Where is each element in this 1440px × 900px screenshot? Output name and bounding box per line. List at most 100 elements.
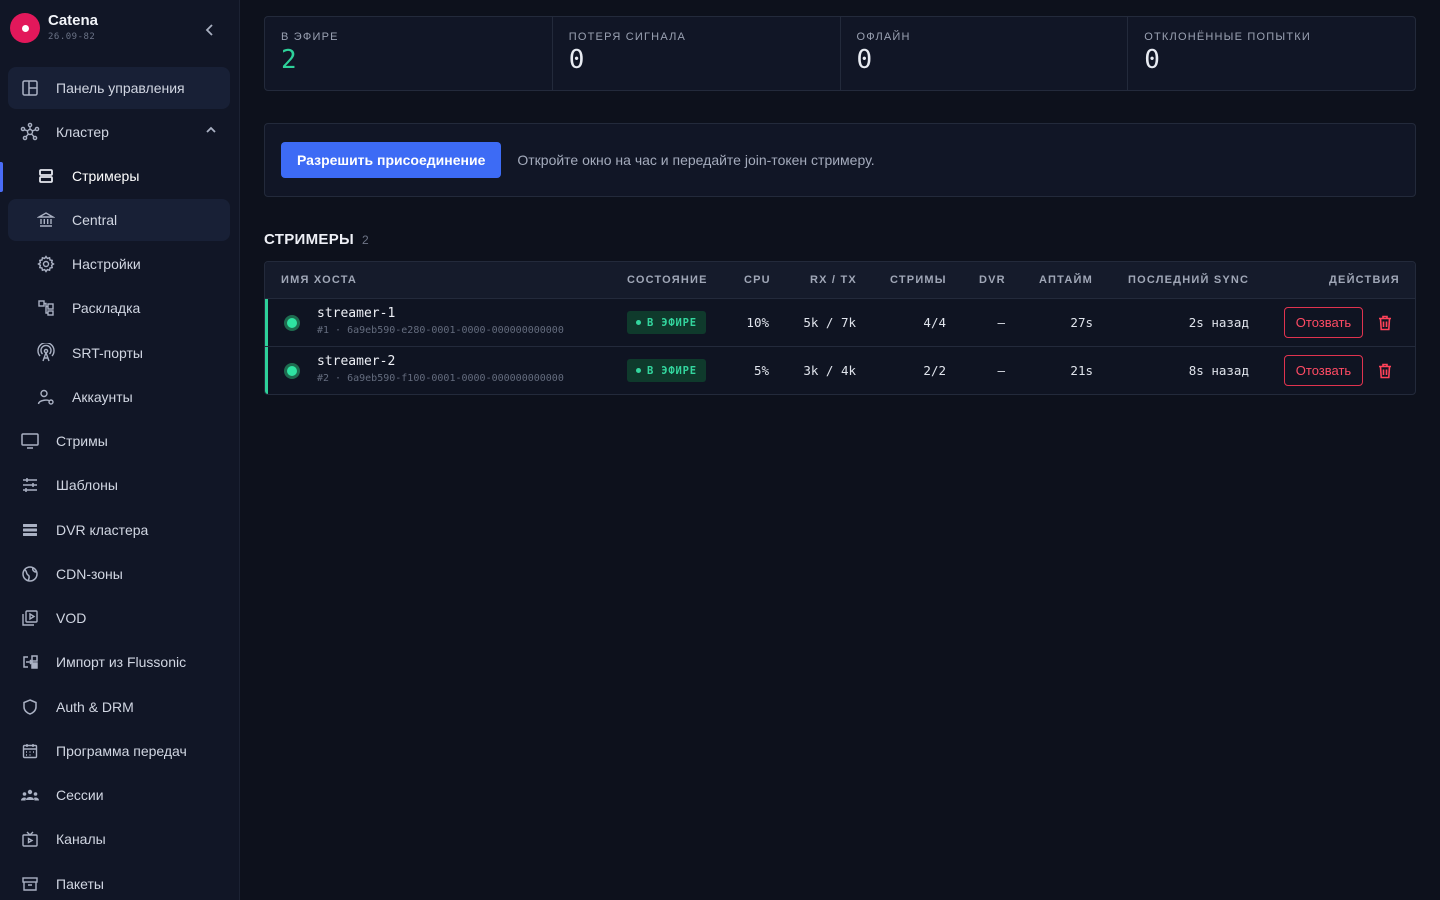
trash-icon[interactable] bbox=[1375, 361, 1395, 381]
sidebar-item-label: Стримеры bbox=[72, 168, 140, 184]
column-header-dvr[interactable]: DVR bbox=[979, 274, 1006, 286]
sidebar-item-epg[interactable]: Программа передач bbox=[8, 730, 230, 772]
server-icon bbox=[36, 166, 56, 186]
column-header-streams[interactable]: СТРИМЫ bbox=[890, 274, 947, 286]
column-header-state[interactable]: СОСТОЯНИЕ bbox=[627, 274, 708, 286]
revoke-button[interactable]: Отозвать bbox=[1284, 307, 1363, 338]
row-status-accent bbox=[265, 299, 268, 346]
sidebar-item-cdn-zones[interactable]: CDN-зоны bbox=[8, 553, 230, 595]
logo-icon bbox=[10, 13, 40, 43]
sidebar-item-streams[interactable]: Стримы bbox=[8, 420, 230, 462]
app-version: 26.09-82 bbox=[48, 32, 96, 42]
sidebar-item-label: Настройки bbox=[72, 256, 141, 272]
page-title: СТРИМЕРЫ bbox=[264, 231, 354, 248]
sidebar-item-vod[interactable]: VOD bbox=[8, 597, 230, 639]
column-header-actions: ДЕЙСТВИЯ bbox=[1329, 274, 1400, 286]
chevron-left-icon bbox=[205, 24, 213, 36]
app-name: Catena bbox=[48, 12, 99, 29]
sidebar-item-auth-drm[interactable]: Auth & DRM bbox=[8, 686, 230, 728]
calendar-icon bbox=[20, 741, 40, 761]
stat-value: 0 bbox=[856, 45, 873, 75]
uptime-value: 27s bbox=[1070, 315, 1093, 330]
join-hint: Откройте окно на час и передайте join-то… bbox=[517, 152, 875, 168]
stats-panel: В ЭФИРЕ 2 ПОТЕРЯ СИГНАЛА 0 ОФЛАЙН 0 ОТКЛ… bbox=[264, 16, 1416, 91]
status-badge: В ЭФИРЕ bbox=[627, 359, 706, 382]
rxtx-value: 5k / 7k bbox=[803, 315, 856, 330]
storage-icon bbox=[20, 520, 40, 540]
streamers-table: ИМЯ ХОСТА СОСТОЯНИЕ CPU RX / TX СТРИМЫ D… bbox=[264, 261, 1416, 395]
tv-icon bbox=[20, 829, 40, 849]
host-id: #1 · 6a9eb590-e280-0001-0000-00000000000… bbox=[317, 325, 564, 336]
sidebar-item-srt-ports[interactable]: SRT-порты bbox=[8, 332, 230, 374]
archive-icon bbox=[20, 874, 40, 894]
sidebar-item-sessions[interactable]: Сессии bbox=[8, 774, 230, 816]
stat-offline: ОФЛАЙН 0 bbox=[841, 17, 1129, 90]
sidebar-item-accounts[interactable]: Аккаунты bbox=[8, 376, 230, 418]
column-header-last-sync[interactable]: ПОСЛЕДНИЙ SYNC bbox=[1128, 274, 1249, 286]
sidebar-item-central[interactable]: Central bbox=[8, 199, 230, 241]
sidebar-item-label: VOD bbox=[56, 610, 87, 626]
sidebar-item-label: Пакеты bbox=[56, 876, 104, 892]
stat-label: ПОТЕРЯ СИГНАЛА bbox=[568, 31, 687, 43]
revoke-button[interactable]: Отозвать bbox=[1284, 355, 1363, 386]
sidebar-item-channels[interactable]: Каналы bbox=[8, 818, 230, 860]
column-header-rxtx[interactable]: RX / TX bbox=[810, 274, 857, 286]
user-cog-icon bbox=[36, 387, 56, 407]
status-online-icon bbox=[284, 363, 300, 379]
users-icon bbox=[20, 785, 40, 805]
sidebar-item-settings[interactable]: Настройки bbox=[8, 243, 230, 285]
bank-icon bbox=[36, 210, 56, 230]
allow-join-button[interactable]: Разрешить присоединение bbox=[281, 142, 502, 178]
stat-live: В ЭФИРЕ 2 bbox=[265, 17, 553, 90]
stat-signal-loss: ПОТЕРЯ СИГНАЛА 0 bbox=[553, 17, 841, 90]
row-status-accent bbox=[265, 347, 268, 394]
sidebar-item-templates[interactable]: Шаблоны bbox=[8, 464, 230, 506]
sidebar-item-packages[interactable]: Пакеты bbox=[8, 863, 230, 900]
brand[interactable]: Catena 26.09-82 bbox=[10, 12, 98, 44]
section-title: СТРИМЕРЫ 2 bbox=[264, 231, 369, 248]
table-header: ИМЯ ХОСТА СОСТОЯНИЕ CPU RX / TX СТРИМЫ D… bbox=[265, 262, 1415, 299]
stat-rejected: ОТКЛОНЁННЫЕ ПОПЫТКИ 0 bbox=[1128, 17, 1415, 90]
sidebar-item-cluster-dvr[interactable]: DVR кластера bbox=[8, 509, 230, 551]
status-badge-label: В ЭФИРЕ bbox=[647, 316, 697, 329]
sidebar-item-label: Auth & DRM bbox=[56, 699, 134, 715]
monitor-icon bbox=[20, 431, 40, 451]
sidebar-item-label: Импорт из Flussonic bbox=[56, 654, 187, 670]
hostname: streamer-2 bbox=[317, 354, 396, 369]
hostname: streamer-1 bbox=[317, 306, 396, 321]
shield-icon bbox=[20, 697, 40, 717]
layout-icon bbox=[36, 298, 56, 318]
sidebar-item-cluster[interactable]: Кластер bbox=[8, 111, 230, 153]
sidebar-item-label: Шаблоны bbox=[56, 477, 118, 493]
rxtx-value: 3k / 4k bbox=[803, 363, 856, 378]
count-badge: 2 bbox=[362, 233, 369, 247]
sidebar-item-label: Каналы bbox=[56, 831, 106, 847]
sidebar-item-flussonic-import[interactable]: Импорт из Flussonic bbox=[8, 641, 230, 683]
sidebar-item-layout[interactable]: Раскладка bbox=[8, 287, 230, 329]
join-panel: Разрешить присоединение Откройте окно на… bbox=[264, 123, 1416, 197]
sidebar-item-label: Программа передач bbox=[56, 743, 187, 759]
sidebar-item-label: SRT-порты bbox=[72, 345, 143, 361]
gear-icon bbox=[36, 254, 56, 274]
status-online-icon bbox=[284, 315, 300, 331]
sidebar-item-label: Central bbox=[72, 212, 118, 228]
streams-value: 2/2 bbox=[923, 363, 946, 378]
import-icon bbox=[20, 652, 40, 672]
trash-icon[interactable] bbox=[1375, 313, 1395, 333]
cpu-value: 5% bbox=[753, 363, 769, 378]
dvr-value: — bbox=[997, 363, 1005, 378]
table-row[interactable]: streamer-2 #2 · 6a9eb590-f100-0001-0000-… bbox=[265, 347, 1415, 394]
stat-value: 0 bbox=[1144, 45, 1160, 75]
stat-label: В ЭФИРЕ bbox=[281, 31, 339, 43]
column-header-cpu[interactable]: CPU bbox=[744, 274, 771, 286]
column-header-uptime[interactable]: АПТАЙМ bbox=[1039, 274, 1093, 286]
stat-label: ОТКЛОНЁННЫЕ ПОПЫТКИ bbox=[1144, 31, 1311, 43]
table-row[interactable]: streamer-1 #1 · 6a9eb590-e280-0001-0000-… bbox=[265, 299, 1415, 347]
column-header-hostname[interactable]: ИМЯ ХОСТА bbox=[281, 274, 357, 286]
sidebar-item-label: Аккаунты bbox=[72, 389, 133, 405]
sidebar-item-streamers[interactable]: Стримеры bbox=[8, 155, 230, 197]
uptime-value: 21s bbox=[1070, 363, 1093, 378]
sidebar-item-dashboard[interactable]: Панель управления bbox=[8, 67, 230, 109]
sidebar-item-label: Раскладка bbox=[72, 300, 141, 316]
collapse-sidebar-button[interactable] bbox=[198, 18, 222, 42]
